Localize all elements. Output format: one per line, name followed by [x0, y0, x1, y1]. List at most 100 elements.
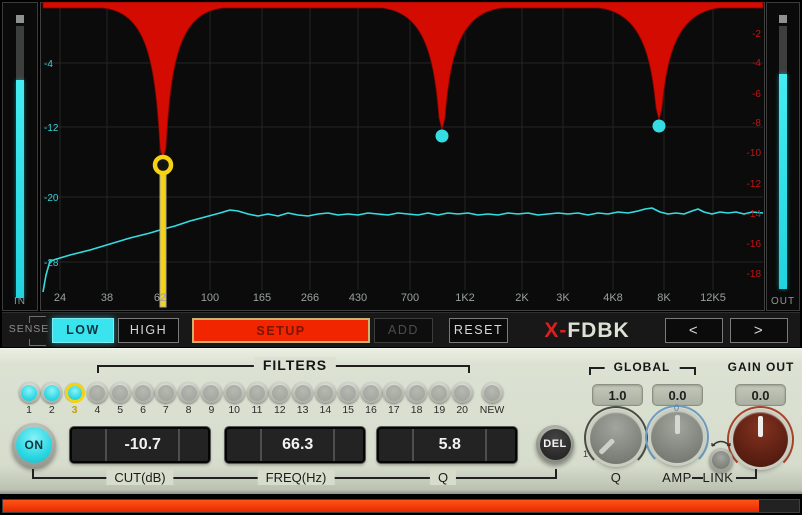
filter-button-15[interactable] [338, 382, 359, 403]
filter-button-14[interactable] [315, 382, 336, 403]
filter-button-7[interactable] [155, 382, 176, 403]
freq-value-display[interactable]: 66.3 [225, 427, 365, 463]
filter-button-17[interactable] [383, 382, 404, 403]
filter-button-new[interactable] [482, 382, 503, 403]
filter-button-4[interactable] [87, 382, 108, 403]
q-label: Q [430, 470, 456, 485]
global-q-knob[interactable] [590, 412, 642, 464]
filter-button-13[interactable] [292, 382, 313, 403]
q-value[interactable]: 5.8 [414, 429, 485, 461]
svg-text:24: 24 [54, 292, 66, 304]
freq-decrement-zone[interactable] [227, 429, 262, 461]
reset-button[interactable]: RESET [449, 318, 508, 343]
cut-decrement-zone[interactable] [72, 429, 107, 461]
add-button[interactable]: ADD [374, 318, 433, 343]
q-knob-label: Q [611, 470, 622, 485]
input-meter: IN [2, 2, 38, 311]
filter-button-3[interactable] [64, 382, 85, 403]
link-button-face [712, 451, 730, 469]
spectrum-display[interactable]: -4-12-20-28-2-4-6-8-10-12-14-16-18243862… [40, 2, 765, 311]
filter-button-10[interactable] [224, 382, 245, 403]
amp-knob-label: AMP [662, 470, 692, 485]
filter-button-1[interactable] [19, 382, 40, 403]
gain-out-value[interactable]: 0.0 [735, 384, 786, 406]
svg-text:62: 62 [154, 292, 166, 304]
filter-button-9[interactable] [201, 382, 222, 403]
global-amp-knob[interactable] [651, 411, 703, 463]
next-button[interactable]: > [730, 318, 788, 343]
output-meter-track [779, 3, 787, 310]
filter-number-15: 15 [342, 404, 354, 416]
filter-button-20[interactable] [452, 382, 473, 403]
svg-text:12K5: 12K5 [700, 292, 726, 304]
sense-bracket-top [29, 316, 46, 323]
delete-filter-button[interactable]: DEL [536, 425, 574, 463]
svg-text:165: 165 [253, 292, 271, 304]
svg-text:2K: 2K [515, 292, 529, 304]
filter-button-18[interactable] [406, 382, 427, 403]
filter-button-11[interactable] [247, 382, 268, 403]
filter-button-6[interactable] [133, 382, 154, 403]
gain-out-knob[interactable] [733, 412, 788, 467]
cut-increment-zone[interactable] [178, 429, 208, 461]
link-gain-connector [736, 477, 757, 479]
filter-on-button-face: ON [16, 427, 52, 463]
svg-text:-18: -18 [747, 269, 762, 280]
sense-high-button[interactable]: HIGH [118, 318, 179, 343]
filter-number-9: 9 [208, 404, 214, 416]
input-meter-level [16, 80, 24, 298]
svg-text:3K: 3K [556, 292, 570, 304]
input-meter-label: IN [3, 296, 37, 307]
freq-increment-zone[interactable] [333, 429, 363, 461]
filter-number-10: 10 [228, 404, 240, 416]
filter-number-20: 20 [456, 404, 468, 416]
filter-button-face [249, 385, 265, 401]
q-value-display[interactable]: 5.8 [377, 427, 517, 463]
filter-button-16[interactable] [361, 382, 382, 403]
filter-on-button[interactable]: ON [12, 423, 56, 467]
filter-button-face [89, 385, 105, 401]
svg-text:-12: -12 [44, 123, 59, 134]
svg-text:-4: -4 [44, 59, 53, 70]
amp-knob-rotor [651, 411, 703, 463]
spectrum-graph[interactable]: -4-12-20-28-2-4-6-8-10-12-14-16-18243862… [40, 2, 765, 311]
link-button[interactable] [709, 448, 733, 472]
logo-x: X- [544, 319, 567, 342]
freq-value[interactable]: 66.3 [262, 429, 333, 461]
filter-button-face [386, 385, 402, 401]
global-q-value[interactable]: 1.0 [592, 384, 643, 406]
filter-number-12: 12 [274, 404, 286, 416]
filter-button-face [65, 383, 85, 403]
amp-knob-pointer [675, 415, 680, 434]
filter-button-8[interactable] [178, 382, 199, 403]
delete-filter-button-face: DEL [540, 429, 571, 460]
svg-text:-2: -2 [752, 29, 761, 40]
svg-text:-28: -28 [44, 258, 59, 269]
sense-low-button[interactable]: LOW [52, 318, 114, 343]
cut-value[interactable]: -10.7 [107, 429, 178, 461]
previous-button[interactable]: < [665, 318, 723, 343]
cut-value-display[interactable]: -10.7 [70, 427, 210, 463]
control-panel: FILTERS 1234567891011121314151617181920N… [0, 348, 802, 494]
q-increment-zone[interactable] [485, 429, 515, 461]
gain-knob-pointer [758, 416, 763, 437]
svg-text:266: 266 [301, 292, 319, 304]
filter-button-12[interactable] [269, 382, 290, 403]
filter-button-face [340, 385, 356, 401]
svg-text:-6: -6 [752, 89, 761, 100]
filter-button-5[interactable] [110, 382, 131, 403]
filter-number-16: 16 [365, 404, 377, 416]
amp-link-connector [692, 477, 703, 479]
filter-button-2[interactable] [41, 382, 62, 403]
filter-button-face [135, 385, 151, 401]
svg-text:38: 38 [101, 292, 113, 304]
svg-text:-14: -14 [747, 209, 762, 220]
svg-text:4K8: 4K8 [603, 292, 623, 304]
filter-number-14: 14 [320, 404, 332, 416]
filter-button-19[interactable] [429, 382, 450, 403]
filter-number-2: 2 [49, 404, 55, 416]
q-decrement-zone[interactable] [379, 429, 414, 461]
setup-button[interactable]: SETUP [192, 318, 370, 343]
svg-text:8K: 8K [657, 292, 671, 304]
svg-text:100: 100 [201, 292, 219, 304]
